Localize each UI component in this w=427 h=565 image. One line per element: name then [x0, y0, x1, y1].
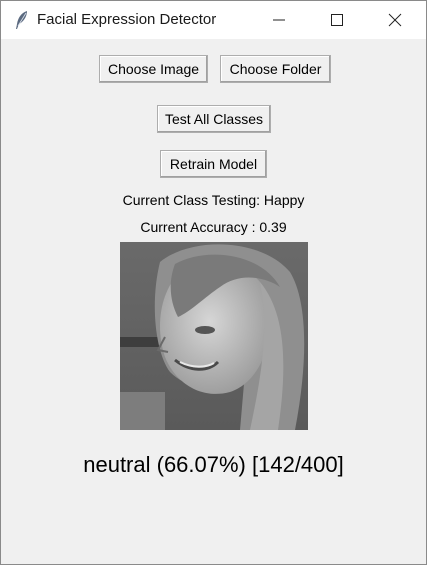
title-bar[interactable]: Facial Expression Detector	[1, 1, 426, 39]
maximize-button[interactable]	[314, 1, 360, 39]
face-image	[120, 242, 308, 430]
minimize-button[interactable]	[256, 1, 302, 39]
minimize-icon	[273, 19, 285, 21]
choose-image-button[interactable]: Choose Image	[99, 55, 208, 83]
maximize-icon	[331, 14, 343, 26]
current-class-label: Current Class Testing: Happy	[122, 192, 305, 208]
close-button[interactable]	[372, 1, 418, 39]
retrain-model-button[interactable]: Retrain Model	[160, 150, 267, 178]
test-all-classes-button[interactable]: Test All Classes	[157, 105, 271, 133]
prediction-result: neutral (66.07%) [142/400]	[83, 452, 344, 477]
close-icon	[388, 13, 402, 27]
feather-icon	[13, 10, 31, 30]
app-window: Facial Expression Detector Choose Image …	[0, 0, 427, 565]
window-title: Facial Expression Detector	[37, 11, 217, 28]
current-accuracy-label: Current Accuracy : 0.39	[140, 219, 287, 235]
choose-folder-button[interactable]: Choose Folder	[220, 55, 331, 83]
